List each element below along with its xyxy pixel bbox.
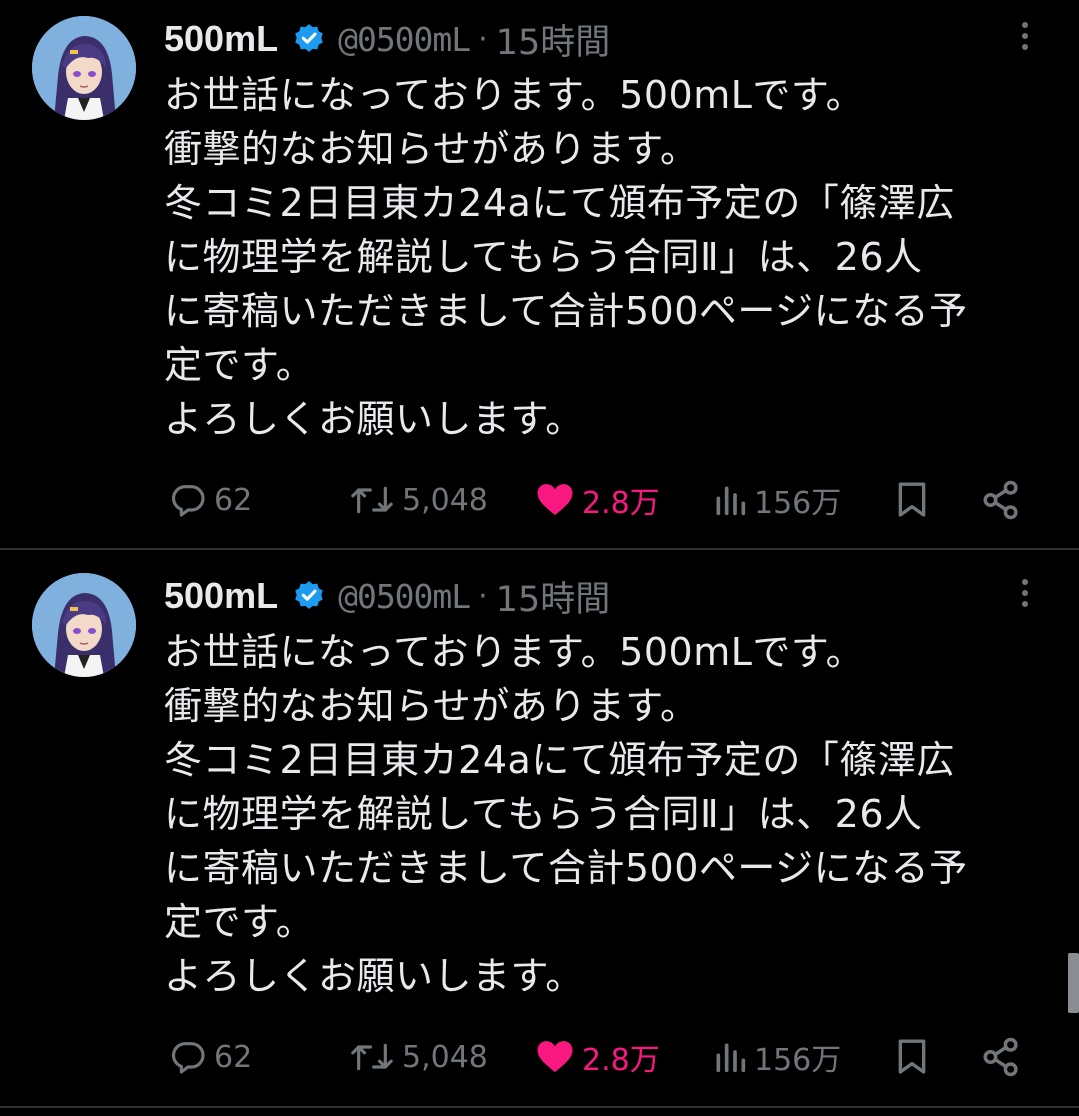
share-button[interactable] [980,1031,1022,1083]
like-count: 2.8万 [582,1043,660,1078]
action-bar: 62 5,048 2.8万 156万 [0,474,1079,526]
tweet-text-line: に物理学を解説してもらう合同Ⅱ」は、26人 [164,235,923,279]
reply-count: 62 [214,482,253,518]
retweet-count: 5,048 [402,1039,488,1075]
tweet-text-line: お世話になっております。500mLです。 [164,630,865,674]
more-options-icon[interactable] [1018,22,1032,58]
share-button[interactable] [980,474,1022,526]
display-name[interactable]: 500mL [164,575,278,617]
timestamp[interactable]: 15時間 [496,14,611,65]
tweet-header: 500mL @0500mL · 15時間 [164,571,610,621]
views-button[interactable]: 156万 [712,1031,841,1083]
tweet-text: お世話になっております。500mLです。 衝撃的なお知らせがあります。 冬コミ2… [164,68,1054,446]
retweet-icon [348,480,396,520]
tweet-header: 500mL @0500mL · 15時間 [164,14,610,64]
tweet[interactable]: 500mL @0500mL · 15時間 お世話になっております。500mLです… [0,557,1079,1107]
like-count: 2.8万 [582,486,660,521]
retweet-icon [348,1037,396,1077]
bookmark-icon [892,480,932,520]
divider [0,1106,1079,1108]
tweet-text-line: よろしくお願いします。 [164,397,584,441]
tweet-text-line: 衝撃的なお知らせがあります。 [164,127,699,171]
reply-icon [168,480,208,520]
heart-icon [534,1037,576,1077]
bookmark-button[interactable] [892,1031,932,1083]
verified-badge-icon [292,579,326,613]
retweet-button[interactable]: 5,048 [348,474,488,526]
tweet-text-line: に寄稿いただきまして合計500ページになる予 [164,846,968,890]
tweet-text-line: に寄稿いただきまして合計500ページになる予 [164,289,968,333]
views-icon [712,1037,748,1077]
scrollbar-thumb[interactable] [1068,953,1079,1013]
tweet-text-line: 衝撃的なお知らせがあります。 [164,684,699,728]
verified-badge-icon [292,22,326,56]
share-icon [980,479,1022,521]
retweet-count: 5,048 [402,482,488,518]
avatar[interactable] [32,16,136,120]
display-name[interactable]: 500mL [164,18,278,60]
bookmark-icon [892,1037,932,1077]
reply-button[interactable]: 62 [168,474,252,526]
handle[interactable]: @0500mL [338,20,471,59]
tweet-text-line: 冬コミ2日目東カ24aにて頒布予定の「篠澤広 [164,181,955,225]
tweet-text-line: 定です。 [164,343,315,387]
reply-button[interactable]: 62 [168,1031,252,1083]
views-count: 156万 [754,1043,842,1078]
heart-icon [534,480,576,520]
views-button[interactable]: 156万 [712,474,841,526]
timestamp[interactable]: 15時間 [496,571,611,622]
separator: · [478,578,488,614]
tweet[interactable]: 500mL @0500mL · 15時間 お世話になっております。500mLです… [0,0,1079,550]
more-options-icon[interactable] [1018,579,1032,615]
divider [0,548,1079,550]
tweet-text-line: 定です。 [164,900,315,944]
views-icon [712,480,748,520]
avatar[interactable] [32,573,136,677]
views-count: 156万 [754,486,842,521]
like-button[interactable]: 2.8万 [534,1031,660,1083]
tweet-text-line: お世話になっております。500mLです。 [164,73,865,117]
action-bar: 62 5,048 2.8万 156万 [0,1031,1079,1083]
reply-icon [168,1037,208,1077]
share-icon [980,1036,1022,1078]
tweet-text: お世話になっております。500mLです。 衝撃的なお知らせがあります。 冬コミ2… [164,625,1054,1003]
separator: · [478,21,488,57]
retweet-button[interactable]: 5,048 [348,1031,488,1083]
tweet-text-line: よろしくお願いします。 [164,954,584,998]
tweet-text-line: 冬コミ2日目東カ24aにて頒布予定の「篠澤広 [164,738,955,782]
reply-count: 62 [214,1039,253,1075]
tweet-text-line: に物理学を解説してもらう合同Ⅱ」は、26人 [164,792,923,836]
like-button[interactable]: 2.8万 [534,474,660,526]
bookmark-button[interactable] [892,474,932,526]
handle[interactable]: @0500mL [338,577,471,616]
